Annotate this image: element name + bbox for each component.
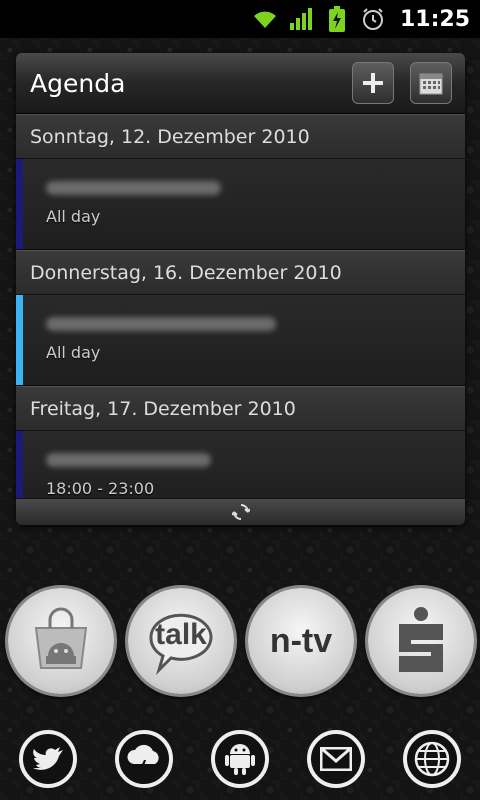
market-icon [34, 607, 88, 669]
status-bar: 11:25 [0, 0, 480, 38]
twitter-app[interactable] [19, 730, 77, 788]
dock [0, 730, 480, 790]
signal-icon [288, 6, 314, 32]
mail-app[interactable] [307, 730, 365, 788]
browser-icon [414, 741, 450, 777]
mail-icon [320, 747, 352, 771]
agenda-widget: Agenda Sonntag, 12. Dezember 2010 All da… [16, 53, 465, 525]
event-title-blurred [46, 453, 211, 467]
agenda-header: Agenda [16, 53, 465, 114]
app-icons-row: talk n-tv [0, 588, 480, 694]
market-app[interactable] [8, 588, 114, 694]
day-header: Sonntag, 12. Dezember 2010 [16, 114, 465, 159]
event-item[interactable]: All day [16, 295, 465, 386]
event-title-blurred [46, 317, 276, 331]
agenda-footer[interactable] [16, 498, 465, 525]
open-calendar-button[interactable] [410, 62, 452, 104]
twitter-icon [33, 747, 63, 770]
day-header: Donnerstag, 16. Dezember 2010 [16, 250, 465, 295]
sparkasse-app[interactable] [368, 588, 474, 694]
talk-label: talk [155, 618, 207, 651]
sparkasse-icon [399, 607, 443, 672]
agenda-title: Agenda [30, 68, 126, 98]
event-item[interactable]: 18:00 - 23:00 [16, 431, 465, 506]
wifi-icon [252, 6, 278, 32]
calendar-color-bar [16, 159, 23, 249]
clock-time: 11:25 [399, 6, 470, 32]
ntv-app[interactable]: n-tv [248, 588, 354, 694]
android-app[interactable] [211, 730, 269, 788]
refresh-icon [231, 504, 250, 520]
talk-app[interactable]: talk [128, 588, 234, 694]
android-icon [225, 744, 255, 775]
ntv-icon: n-tv [269, 621, 333, 660]
calendar-color-bar [16, 295, 23, 385]
calendar-icon [419, 73, 443, 95]
event-time: All day [46, 343, 101, 362]
alarm-icon [360, 6, 386, 32]
battery-charging-icon [324, 6, 350, 32]
event-time: 18:00 - 23:00 [46, 479, 155, 498]
event-item[interactable]: All day [16, 159, 465, 250]
event-title-blurred [46, 181, 221, 195]
calendar-color-bar [16, 431, 23, 505]
weather-app[interactable] [115, 730, 173, 788]
add-icon [363, 73, 383, 93]
weather-icon [127, 744, 159, 775]
browser-app[interactable] [403, 730, 461, 788]
event-time: All day [46, 207, 101, 226]
day-header: Freitag, 17. Dezember 2010 [16, 386, 465, 431]
add-event-button[interactable] [352, 62, 394, 104]
